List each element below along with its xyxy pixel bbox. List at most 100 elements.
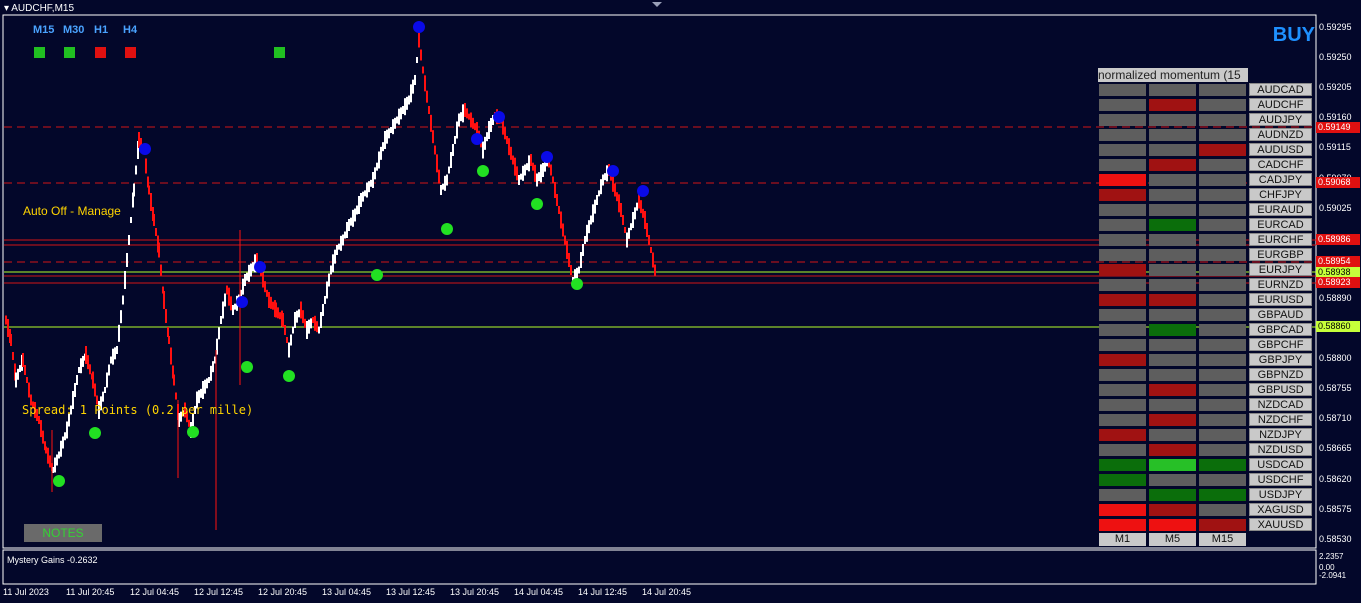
signal-dots bbox=[53, 21, 649, 487]
momentum-cell bbox=[1149, 444, 1196, 456]
extra-signal bbox=[274, 47, 285, 58]
buy-dot bbox=[187, 426, 199, 438]
symbol-button-chfjpy[interactable]: CHFJPY bbox=[1249, 188, 1312, 201]
sell-dot bbox=[236, 296, 248, 308]
symbol-button-eurnzd[interactable]: EURNZD bbox=[1249, 278, 1312, 291]
momentum-cell bbox=[1199, 219, 1246, 231]
momentum-panel-title: normalized momentum (15 bbox=[1098, 68, 1248, 82]
symbol-button-eurcad[interactable]: EURCAD bbox=[1249, 218, 1312, 231]
column-m15[interactable]: M15 bbox=[1199, 533, 1246, 546]
symbol-button-gbpjpy[interactable]: GBPJPY bbox=[1249, 353, 1312, 366]
symbol-button-gbpnzd[interactable]: GBPNZD bbox=[1249, 368, 1312, 381]
price-tick: 0.59115 bbox=[1319, 142, 1351, 153]
momentum-cell bbox=[1149, 399, 1196, 411]
momentum-cell bbox=[1149, 279, 1196, 291]
symbol-button-xagusd[interactable]: XAGUSD bbox=[1249, 503, 1312, 516]
momentum-cell bbox=[1099, 219, 1146, 231]
price-tick: 0.59295 bbox=[1319, 22, 1352, 32]
momentum-cell bbox=[1199, 354, 1246, 366]
symbol-button-nzdusd[interactable]: NZDUSD bbox=[1249, 443, 1312, 456]
momentum-cell bbox=[1099, 429, 1146, 441]
momentum-cell bbox=[1199, 369, 1246, 381]
symbol-button-nzdchf[interactable]: NZDCHF bbox=[1249, 413, 1312, 426]
symbol-button-eurusd[interactable]: EURUSD bbox=[1249, 293, 1312, 306]
momentum-cell bbox=[1149, 204, 1196, 216]
price-level-tag: 0.58923 bbox=[1316, 277, 1360, 288]
momentum-cell bbox=[1149, 384, 1196, 396]
chart-window[interactable]: { "window": { "title": "AUDCHF,M15" }, "… bbox=[0, 0, 1361, 603]
momentum-cell bbox=[1099, 129, 1146, 141]
symbol-button-usdjpy[interactable]: USDJPY bbox=[1249, 488, 1312, 501]
buy-dot bbox=[283, 370, 295, 382]
momentum-cell bbox=[1199, 399, 1246, 411]
momentum-cell bbox=[1149, 189, 1196, 201]
price-tick: 0.58575 bbox=[1319, 503, 1352, 514]
notes-button[interactable]: NOTES bbox=[24, 524, 102, 542]
buy-dot bbox=[89, 427, 101, 439]
symbol-button-audusd[interactable]: AUDUSD bbox=[1249, 143, 1312, 156]
symbol-button-eurgbp[interactable]: EURGBP bbox=[1249, 248, 1312, 261]
symbol-button-gbpusd[interactable]: GBPUSD bbox=[1249, 383, 1312, 396]
symbol-button-eurchf[interactable]: EURCHF bbox=[1249, 233, 1312, 246]
sell-dot bbox=[413, 21, 425, 33]
momentum-cell bbox=[1199, 279, 1246, 291]
momentum-cell bbox=[1199, 519, 1246, 531]
momentum-cell bbox=[1149, 249, 1196, 261]
tf-signal-h1 bbox=[95, 47, 106, 58]
symbol-button-gbpaud[interactable]: GBPAUD bbox=[1249, 308, 1312, 321]
time-tick: 12 Jul 04:45 bbox=[130, 587, 180, 597]
momentum-cell bbox=[1149, 459, 1196, 471]
sell-dot bbox=[541, 151, 553, 163]
symbol-button-nzdjpy[interactable]: NZDJPY bbox=[1249, 428, 1312, 441]
momentum-cell bbox=[1099, 459, 1146, 471]
symbol-button-xauusd[interactable]: XAUUSD bbox=[1249, 518, 1312, 531]
time-tick: 14 Jul 12:45 bbox=[578, 587, 628, 597]
symbol-button-eurjpy[interactable]: EURJPY bbox=[1249, 263, 1312, 276]
momentum-cell bbox=[1149, 234, 1196, 246]
symbol-button-gbpchf[interactable]: GBPCHF bbox=[1249, 338, 1312, 351]
momentum-cell bbox=[1149, 354, 1196, 366]
buy-dot bbox=[53, 475, 65, 487]
tf-label-m30: M30 bbox=[63, 24, 85, 36]
buy-dot bbox=[571, 278, 583, 290]
price-tick: 0.58710 bbox=[1319, 413, 1352, 424]
price-tick: 0.58665 bbox=[1319, 443, 1352, 454]
symbol-button-audcad[interactable]: AUDCAD bbox=[1249, 83, 1312, 96]
scroll-marker-icon bbox=[652, 2, 662, 7]
momentum-cell bbox=[1199, 384, 1246, 396]
symbol-button-usdchf[interactable]: USDCHF bbox=[1249, 473, 1312, 486]
tf-signal-h4 bbox=[125, 47, 136, 58]
symbol-button-euraud[interactable]: EURAUD bbox=[1249, 203, 1312, 216]
column-m5[interactable]: M5 bbox=[1149, 533, 1196, 546]
tf-signal-m30 bbox=[64, 47, 75, 58]
momentum-cell bbox=[1099, 84, 1146, 96]
momentum-cell bbox=[1199, 504, 1246, 516]
momentum-cell bbox=[1149, 414, 1196, 426]
buy-signal-label: BUY bbox=[1272, 24, 1315, 46]
symbol-button-cadjpy[interactable]: CADJPY bbox=[1249, 173, 1312, 186]
symbol-button-audnzd[interactable]: AUDNZD bbox=[1249, 128, 1312, 141]
momentum-cell bbox=[1199, 159, 1246, 171]
symbol-button-audchf[interactable]: AUDCHF bbox=[1249, 98, 1312, 111]
momentum-cell bbox=[1199, 459, 1246, 471]
symbol-button-audjpy[interactable]: AUDJPY bbox=[1249, 113, 1312, 126]
time-tick: 14 Jul 04:45 bbox=[514, 587, 564, 597]
momentum-cell bbox=[1099, 444, 1146, 456]
momentum-cell bbox=[1099, 204, 1146, 216]
momentum-cell bbox=[1099, 399, 1146, 411]
momentum-cell bbox=[1199, 234, 1246, 246]
sell-dot bbox=[607, 165, 619, 177]
symbol-button-nzdcad[interactable]: NZDCAD bbox=[1249, 398, 1312, 411]
momentum-cell bbox=[1199, 174, 1246, 186]
symbol-button-gbpcad[interactable]: GBPCAD bbox=[1249, 323, 1312, 336]
price-tick: 0.58755 bbox=[1319, 383, 1352, 394]
momentum-cell bbox=[1149, 99, 1196, 111]
symbol-button-cadchf[interactable]: CADCHF bbox=[1249, 158, 1312, 171]
price-tick: 0.59250 bbox=[1319, 52, 1352, 63]
momentum-cell bbox=[1149, 324, 1196, 336]
momentum-cell bbox=[1149, 519, 1196, 531]
momentum-cell bbox=[1199, 489, 1246, 501]
symbol-button-usdcad[interactable]: USDCAD bbox=[1249, 458, 1312, 471]
momentum-cell bbox=[1149, 489, 1196, 501]
column-m1[interactable]: M1 bbox=[1099, 533, 1146, 546]
